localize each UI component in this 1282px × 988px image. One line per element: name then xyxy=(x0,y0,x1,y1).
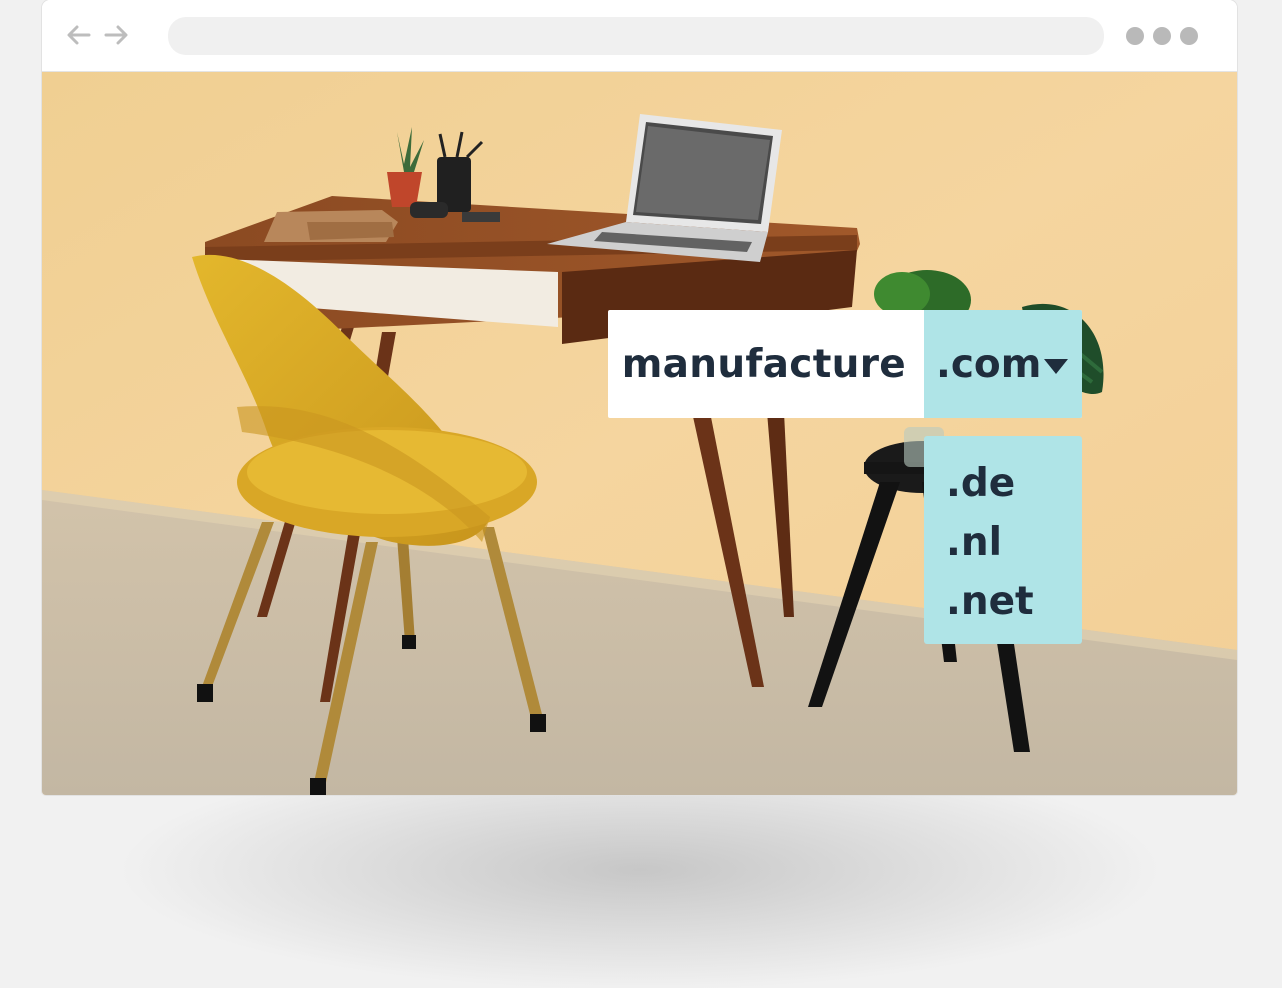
forward-arrow-icon[interactable] xyxy=(103,22,129,48)
domain-search-box: manufacture .com xyxy=(608,310,1082,418)
hero-image-area: manufacture .com .de .nl .net xyxy=(42,72,1237,795)
tld-options-list: .de .nl .net xyxy=(924,436,1082,644)
domain-name-input[interactable]: manufacture xyxy=(608,310,924,418)
more-dots-icon[interactable] xyxy=(1126,27,1198,45)
menu-dot xyxy=(1153,27,1171,45)
tld-option-net[interactable]: .net xyxy=(946,572,1082,631)
browser-window: manufacture .com .de .nl .net xyxy=(42,0,1237,795)
tld-option-de[interactable]: .de xyxy=(946,454,1082,513)
selected-tld: .com xyxy=(936,341,1042,387)
menu-dot xyxy=(1126,27,1144,45)
menu-dot xyxy=(1180,27,1198,45)
address-bar[interactable] xyxy=(168,17,1104,55)
back-arrow-icon[interactable] xyxy=(66,22,92,48)
page-stage: manufacture .com .de .nl .net xyxy=(0,0,1282,988)
tld-option-nl[interactable]: .nl xyxy=(946,513,1082,572)
tld-dropdown[interactable]: .com xyxy=(924,310,1082,418)
browser-toolbar xyxy=(42,0,1237,72)
hero-photo xyxy=(42,72,1237,795)
caret-down-icon xyxy=(1044,358,1069,374)
